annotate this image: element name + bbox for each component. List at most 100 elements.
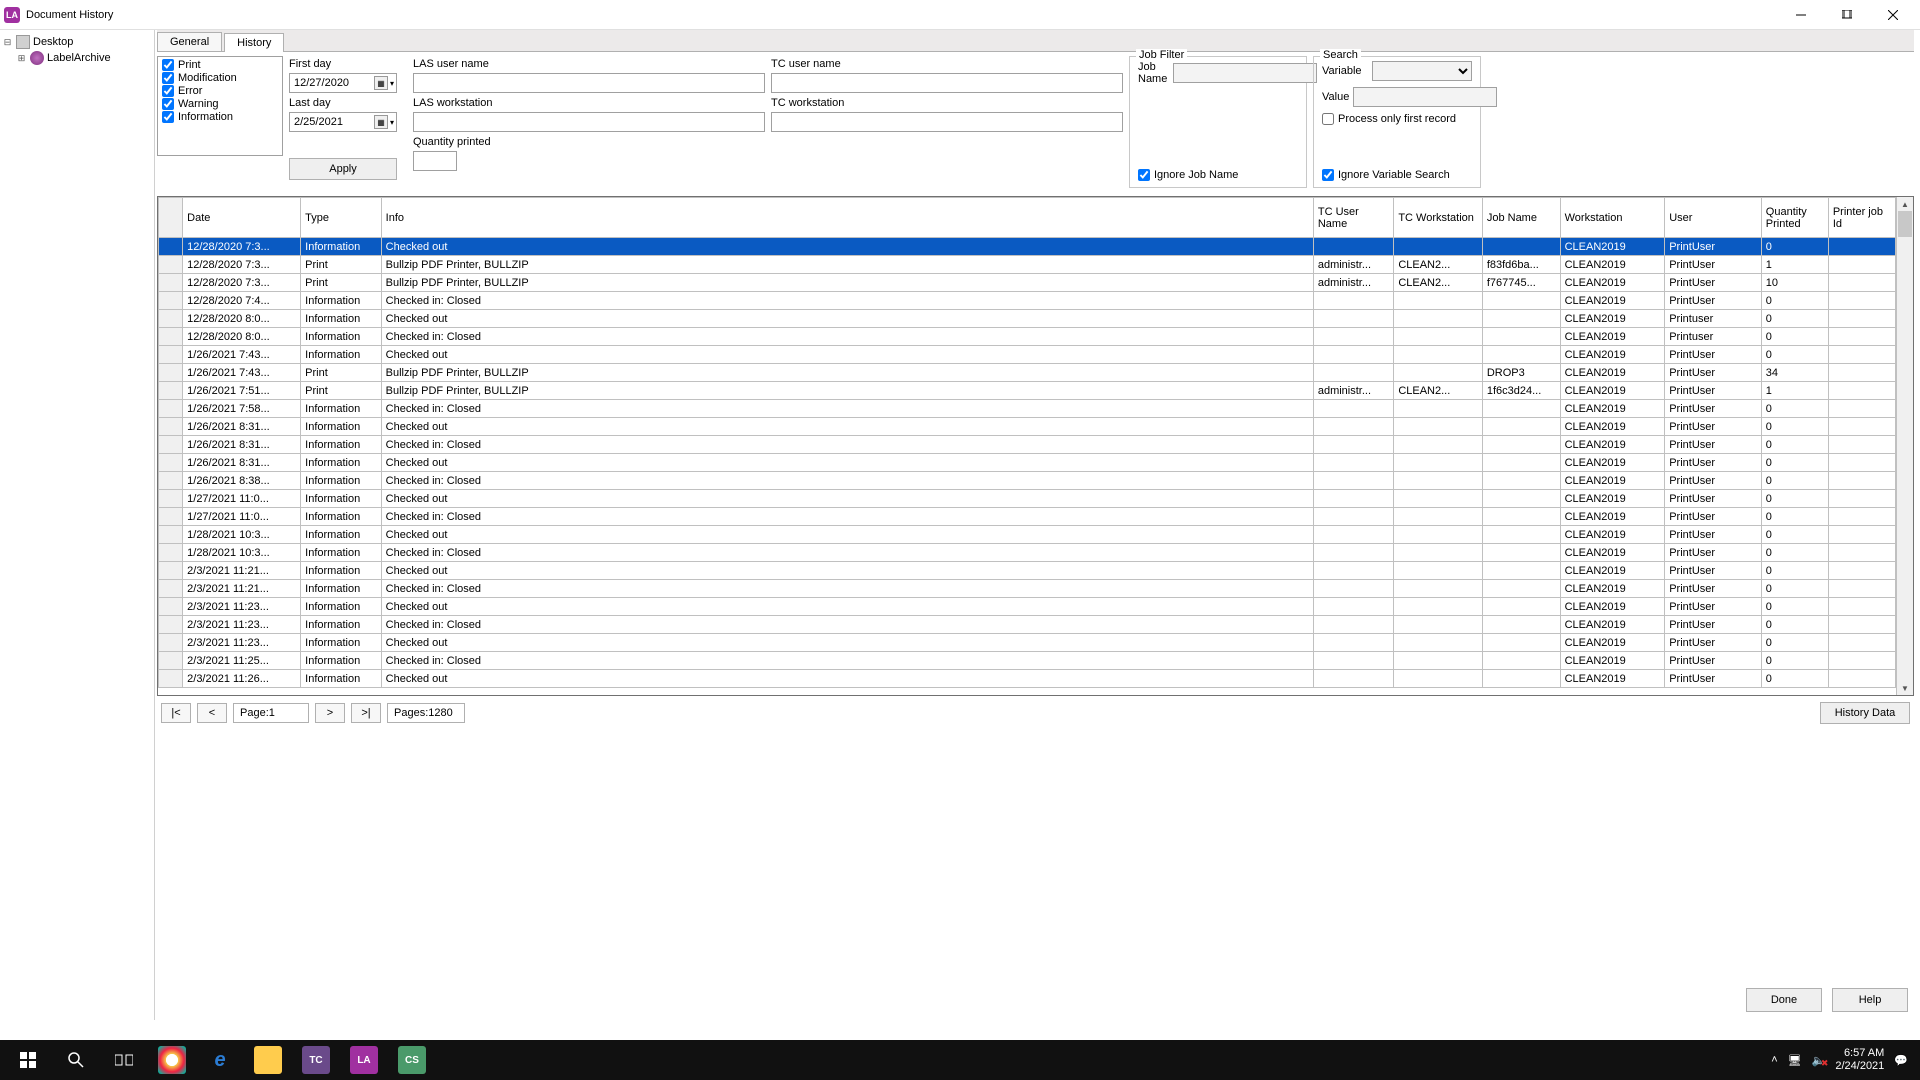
scroll-down-icon[interactable]: ▼	[1897, 681, 1913, 695]
col-ws[interactable]: Workstation	[1560, 198, 1665, 238]
table-row[interactable]: 2/3/2021 11:23...InformationChecked outC…	[159, 598, 1896, 616]
help-button[interactable]: Help	[1832, 988, 1908, 1012]
chk-modification[interactable]: Modification	[162, 72, 278, 84]
table-row[interactable]: 12/28/2020 7:3...InformationChecked outC…	[159, 238, 1896, 256]
table-row[interactable]: 1/26/2021 7:43...PrintBullzip PDF Printe…	[159, 364, 1896, 382]
tray-network-icon[interactable]: 🖥	[1788, 1054, 1802, 1067]
col-info[interactable]: Info	[381, 198, 1313, 238]
table-row[interactable]: 1/28/2021 10:3...InformationChecked outC…	[159, 526, 1896, 544]
close-button[interactable]	[1870, 0, 1916, 30]
row-header[interactable]	[159, 454, 183, 472]
table-row[interactable]: 2/3/2021 11:21...InformationChecked in: …	[159, 580, 1896, 598]
chevron-down-icon[interactable]: ▾	[390, 79, 394, 88]
tree-item-labelarchive[interactable]: ⊞ LabelArchive	[16, 50, 152, 66]
row-header[interactable]	[159, 580, 183, 598]
calendar-icon[interactable]: ▦	[374, 76, 388, 90]
col-tcws[interactable]: TC Workstation	[1394, 198, 1483, 238]
chk-process-first-input[interactable]	[1322, 113, 1334, 125]
row-header[interactable]	[159, 292, 183, 310]
table-row[interactable]: 12/28/2020 8:0...InformationChecked outC…	[159, 310, 1896, 328]
tray-volume-icon[interactable]: 🔈✖	[1812, 1054, 1826, 1067]
table-row[interactable]: 12/28/2020 7:3...PrintBullzip PDF Printe…	[159, 274, 1896, 292]
expand-icon[interactable]: ⊞	[16, 53, 27, 64]
table-row[interactable]: 12/28/2020 8:0...InformationChecked in: …	[159, 328, 1896, 346]
calendar-icon[interactable]: ▦	[374, 115, 388, 129]
variable-select[interactable]	[1372, 61, 1472, 81]
jobname-input[interactable]	[1173, 63, 1317, 83]
row-header[interactable]	[159, 382, 183, 400]
row-header[interactable]	[159, 508, 183, 526]
system-tray[interactable]: ˄ 🖥 🔈✖ 6:57 AM 2/24/2021 💬	[1763, 1047, 1916, 1073]
row-header[interactable]	[159, 256, 183, 274]
table-row[interactable]: 2/3/2021 11:26...InformationChecked outC…	[159, 670, 1896, 688]
taskbar-app-la[interactable]: LA	[340, 1040, 388, 1080]
row-header[interactable]	[159, 490, 183, 508]
chevron-down-icon[interactable]: ▾	[390, 118, 394, 127]
chk-error[interactable]: Error	[162, 85, 278, 97]
taskbar-app-cs[interactable]: CS	[388, 1040, 436, 1080]
table-row[interactable]: 2/3/2021 11:21...InformationChecked outC…	[159, 562, 1896, 580]
chk-print-input[interactable]	[162, 59, 174, 71]
scroll-up-icon[interactable]: ▲	[1897, 197, 1913, 211]
col-qty[interactable]: Quantity Printed	[1761, 198, 1828, 238]
las-user-input[interactable]	[413, 73, 765, 93]
table-row[interactable]: 1/26/2021 8:38...InformationChecked in: …	[159, 472, 1896, 490]
row-header[interactable]	[159, 652, 183, 670]
row-header[interactable]	[159, 346, 183, 364]
col-type[interactable]: Type	[301, 198, 381, 238]
taskbar-app-explorer[interactable]	[244, 1040, 292, 1080]
pager-prev[interactable]: <	[197, 703, 227, 723]
table-row[interactable]: 2/3/2021 11:25...InformationChecked in: …	[159, 652, 1896, 670]
col-date[interactable]: Date	[183, 198, 301, 238]
chk-ignore-variable-input[interactable]	[1322, 169, 1334, 181]
minimize-button[interactable]	[1778, 0, 1824, 30]
tray-chevron-icon[interactable]: ˄	[1771, 1054, 1777, 1066]
taskbar-app-ie[interactable]: e	[196, 1040, 244, 1080]
history-data-button[interactable]: History Data	[1820, 702, 1910, 724]
table-row[interactable]: 1/27/2021 11:0...InformationChecked in: …	[159, 508, 1896, 526]
collapse-icon[interactable]: ⊟	[2, 37, 13, 48]
tab-general[interactable]: General	[157, 32, 222, 51]
col-jobid[interactable]: Printer job Id	[1828, 198, 1895, 238]
table-row[interactable]: 12/28/2020 7:3...PrintBullzip PDF Printe…	[159, 256, 1896, 274]
maximize-button[interactable]	[1824, 0, 1870, 30]
start-button[interactable]	[4, 1040, 52, 1080]
row-header[interactable]	[159, 418, 183, 436]
table-row[interactable]: 1/26/2021 8:31...InformationChecked outC…	[159, 454, 1896, 472]
row-header[interactable]	[159, 616, 183, 634]
tree-item-desktop[interactable]: ⊟ Desktop	[2, 34, 152, 50]
table-row[interactable]: 1/27/2021 11:0...InformationChecked outC…	[159, 490, 1896, 508]
tc-user-input[interactable]	[771, 73, 1123, 93]
tc-ws-input[interactable]	[771, 112, 1123, 132]
row-header[interactable]	[159, 598, 183, 616]
history-table[interactable]: Date Type Info TC User Name TC Workstati…	[158, 197, 1896, 688]
chk-warning[interactable]: Warning	[162, 98, 278, 110]
row-header[interactable]	[159, 436, 183, 454]
row-header[interactable]	[159, 526, 183, 544]
vertical-scrollbar[interactable]: ▲ ▼	[1896, 197, 1913, 695]
apply-button[interactable]: Apply	[289, 158, 397, 180]
chk-information[interactable]: Information	[162, 111, 278, 123]
pager-next[interactable]: >	[315, 703, 345, 723]
last-day-input[interactable]: 2/25/2021 ▦▾	[289, 112, 397, 132]
chk-error-input[interactable]	[162, 85, 174, 97]
row-header[interactable]	[159, 670, 183, 688]
las-ws-input[interactable]	[413, 112, 765, 132]
row-header[interactable]	[159, 238, 183, 256]
table-row[interactable]: 1/26/2021 8:31...InformationChecked outC…	[159, 418, 1896, 436]
row-header[interactable]	[159, 562, 183, 580]
taskview-button[interactable]	[100, 1040, 148, 1080]
tab-history[interactable]: History	[224, 33, 284, 52]
row-header[interactable]	[159, 400, 183, 418]
table-row[interactable]: 1/26/2021 7:43...InformationChecked outC…	[159, 346, 1896, 364]
row-header[interactable]	[159, 328, 183, 346]
scroll-thumb[interactable]	[1898, 211, 1912, 237]
row-header[interactable]	[159, 472, 183, 490]
taskbar-app-tc[interactable]: TC	[292, 1040, 340, 1080]
notifications-icon[interactable]: 💬	[1894, 1054, 1908, 1067]
col-jobname[interactable]: Job Name	[1482, 198, 1560, 238]
search-button[interactable]	[52, 1040, 100, 1080]
col-tcuser[interactable]: TC User Name	[1313, 198, 1393, 238]
chk-information-input[interactable]	[162, 111, 174, 123]
table-row[interactable]: 12/28/2020 7:4...InformationChecked in: …	[159, 292, 1896, 310]
